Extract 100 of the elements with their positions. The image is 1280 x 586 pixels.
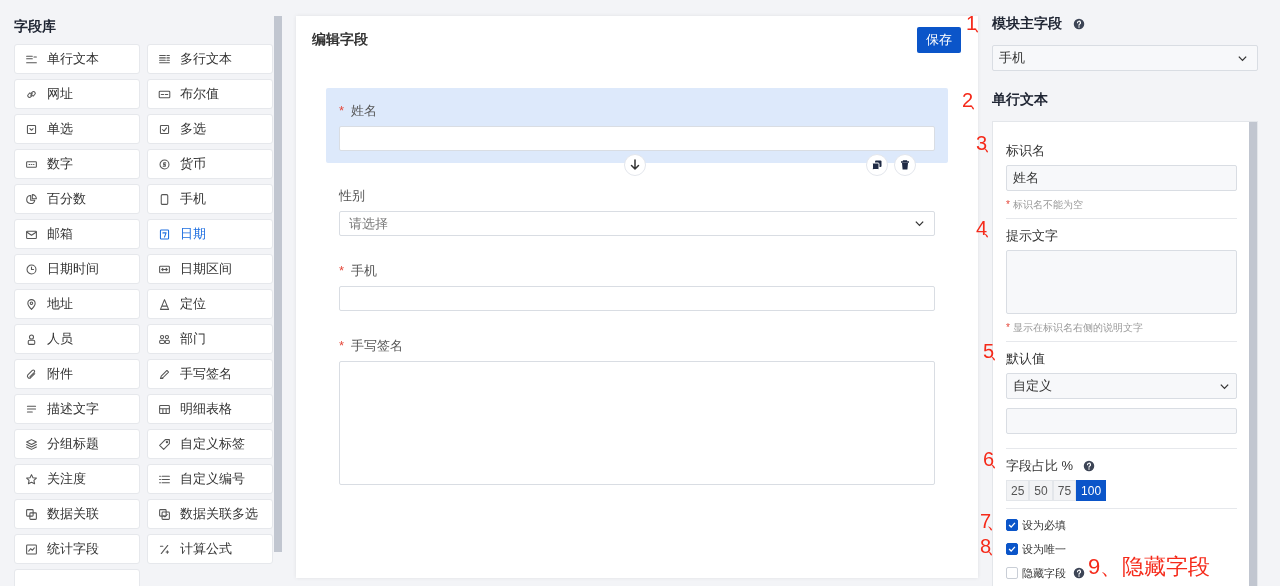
field-block[interactable]: * 手机: [326, 248, 948, 323]
field-type-item[interactable]: 部门: [147, 324, 273, 354]
field-type-item[interactable]: 定位: [147, 289, 273, 319]
select-field[interactable]: 请选择: [339, 211, 935, 236]
field-label: 姓名: [350, 103, 377, 118]
checkbox-icon: [158, 122, 171, 136]
field-type-item[interactable]: 单行文本: [14, 44, 140, 74]
field-type-item[interactable]: 多行文本: [147, 44, 273, 74]
triangle-icon: [158, 297, 171, 311]
annotation-label: 2、: [962, 88, 984, 113]
select-field[interactable]: 自定义: [1006, 373, 1237, 399]
panel-title: 编辑字段: [312, 31, 368, 49]
percent-icon: [158, 542, 171, 556]
field-type-item[interactable]: 货币: [147, 149, 273, 179]
delete-icon[interactable]: [894, 154, 916, 176]
field-type-item[interactable]: 统计字段: [14, 534, 140, 564]
checkbox-label: 隐藏字段: [1022, 565, 1066, 581]
select-field[interactable]: 手机: [992, 45, 1258, 71]
chart-box-icon: [25, 542, 38, 556]
setting-label: 提示文字: [1006, 227, 1059, 245]
field-type-item[interactable]: 计算公式: [147, 534, 273, 564]
text-input-field[interactable]: [339, 126, 935, 151]
checkbox[interactable]: [1006, 543, 1018, 555]
field-label: 性别: [339, 188, 365, 203]
calendar-icon: [158, 227, 171, 241]
stacked-check-icon: [158, 507, 171, 521]
pencil-icon: [158, 367, 171, 381]
text-input-field[interactable]: 姓名: [1006, 165, 1237, 191]
hint-text: * 显示在标识名右侧的说明文字: [1006, 321, 1144, 335]
field-label: 手写签名: [350, 338, 403, 353]
text-input-field[interactable]: [1006, 408, 1237, 434]
field-type-item[interactable]: 百分数: [14, 184, 140, 214]
table-icon: [158, 402, 171, 416]
field-type-item[interactable]: 手机: [147, 184, 273, 214]
text-area-field[interactable]: [339, 361, 935, 485]
field-type-item[interactable]: 布尔值: [147, 79, 273, 109]
field-type-item[interactable]: 分组标题: [14, 429, 140, 459]
annotation-label: 4、: [976, 216, 998, 241]
annotation-label: 3、: [976, 131, 998, 156]
field-type-item[interactable]: 明细表格: [147, 394, 273, 424]
width-option[interactable]: 100: [1076, 480, 1107, 501]
annotation-label: 7、: [980, 509, 1002, 534]
section-title: 单行文本: [992, 91, 1049, 109]
star-icon: [25, 472, 38, 486]
location-pin-icon: [25, 297, 38, 311]
width-option[interactable]: 75: [1052, 480, 1077, 501]
field-type-item[interactable]: 自定义标签: [147, 429, 273, 459]
scrollbar[interactable]: [1249, 122, 1257, 586]
field-type-item[interactable]: 手写签名: [147, 359, 273, 389]
field-type-item[interactable]: 自定义编号: [147, 464, 273, 494]
save-button[interactable]: 保存: [917, 27, 961, 53]
setting-label: 默认值: [1006, 350, 1046, 368]
copy-icon[interactable]: [866, 154, 888, 176]
field-block[interactable]: * 手写签名: [326, 323, 948, 497]
width-option[interactable]: 25: [1006, 480, 1030, 501]
field-type-item[interactable]: 单选: [14, 114, 140, 144]
field-type-item[interactable]: 关注度: [14, 464, 140, 494]
paperclip-icon: [25, 367, 38, 381]
panel-title: 字段库: [14, 17, 57, 36]
stacked-squares-icon: [25, 507, 38, 521]
required-mark: *: [339, 103, 345, 118]
coin-icon: [158, 157, 171, 171]
width-option[interactable]: 50: [1029, 480, 1053, 501]
field-type-item[interactable]: 多选: [147, 114, 273, 144]
field-type-item[interactable]: 数据关联多选: [147, 499, 273, 529]
field-block[interactable]: 性别 请选择: [326, 173, 948, 248]
setting-label: 标识名: [1006, 142, 1046, 160]
layers-icon: [25, 437, 38, 451]
field-type-item[interactable]: 日期: [147, 219, 273, 249]
field-type-item[interactable]: 网址: [14, 79, 140, 109]
annotation-label: 6、: [983, 447, 1005, 472]
checkbox[interactable]: [1006, 519, 1018, 531]
text-input-field[interactable]: [339, 286, 935, 311]
annotation-label: 1、: [966, 11, 988, 36]
field-type-item[interactable]: 描述文字: [14, 394, 140, 424]
setting-label: 字段占比 %: [1006, 457, 1074, 475]
scrollbar[interactable]: [274, 16, 282, 552]
help-icon[interactable]: [1073, 18, 1085, 30]
tag-icon: [158, 437, 171, 451]
field-type-item[interactable]: 地址: [14, 289, 140, 319]
field-type-item[interactable]: 附件: [14, 359, 140, 389]
field-type-item[interactable]: 数据关联: [14, 499, 140, 529]
field-type-item[interactable]: 日期区间: [147, 254, 273, 284]
section-title: 模块主字段: [992, 15, 1062, 33]
text-area-field[interactable]: [1006, 250, 1237, 314]
annotation-label: 9、隐藏字段: [1088, 553, 1211, 581]
field-type-item[interactable]: 日期时间: [14, 254, 140, 284]
clock-icon: [25, 262, 38, 276]
person-icon: [25, 332, 38, 346]
required-mark: *: [339, 263, 345, 278]
move-down-icon[interactable]: [624, 154, 646, 176]
field-type-item[interactable]: 人员: [14, 324, 140, 354]
field-type-item[interactable]: 数字: [14, 149, 140, 179]
chevron-down-icon: [914, 218, 925, 229]
checkbox-label: 设为唯一: [1022, 541, 1066, 557]
select-box-icon: [25, 122, 38, 136]
selected-field-block[interactable]: * 姓名: [326, 88, 948, 163]
help-icon[interactable]: [1073, 567, 1085, 579]
field-type-item[interactable]: 邮箱: [14, 219, 140, 249]
help-icon[interactable]: [1083, 460, 1096, 472]
